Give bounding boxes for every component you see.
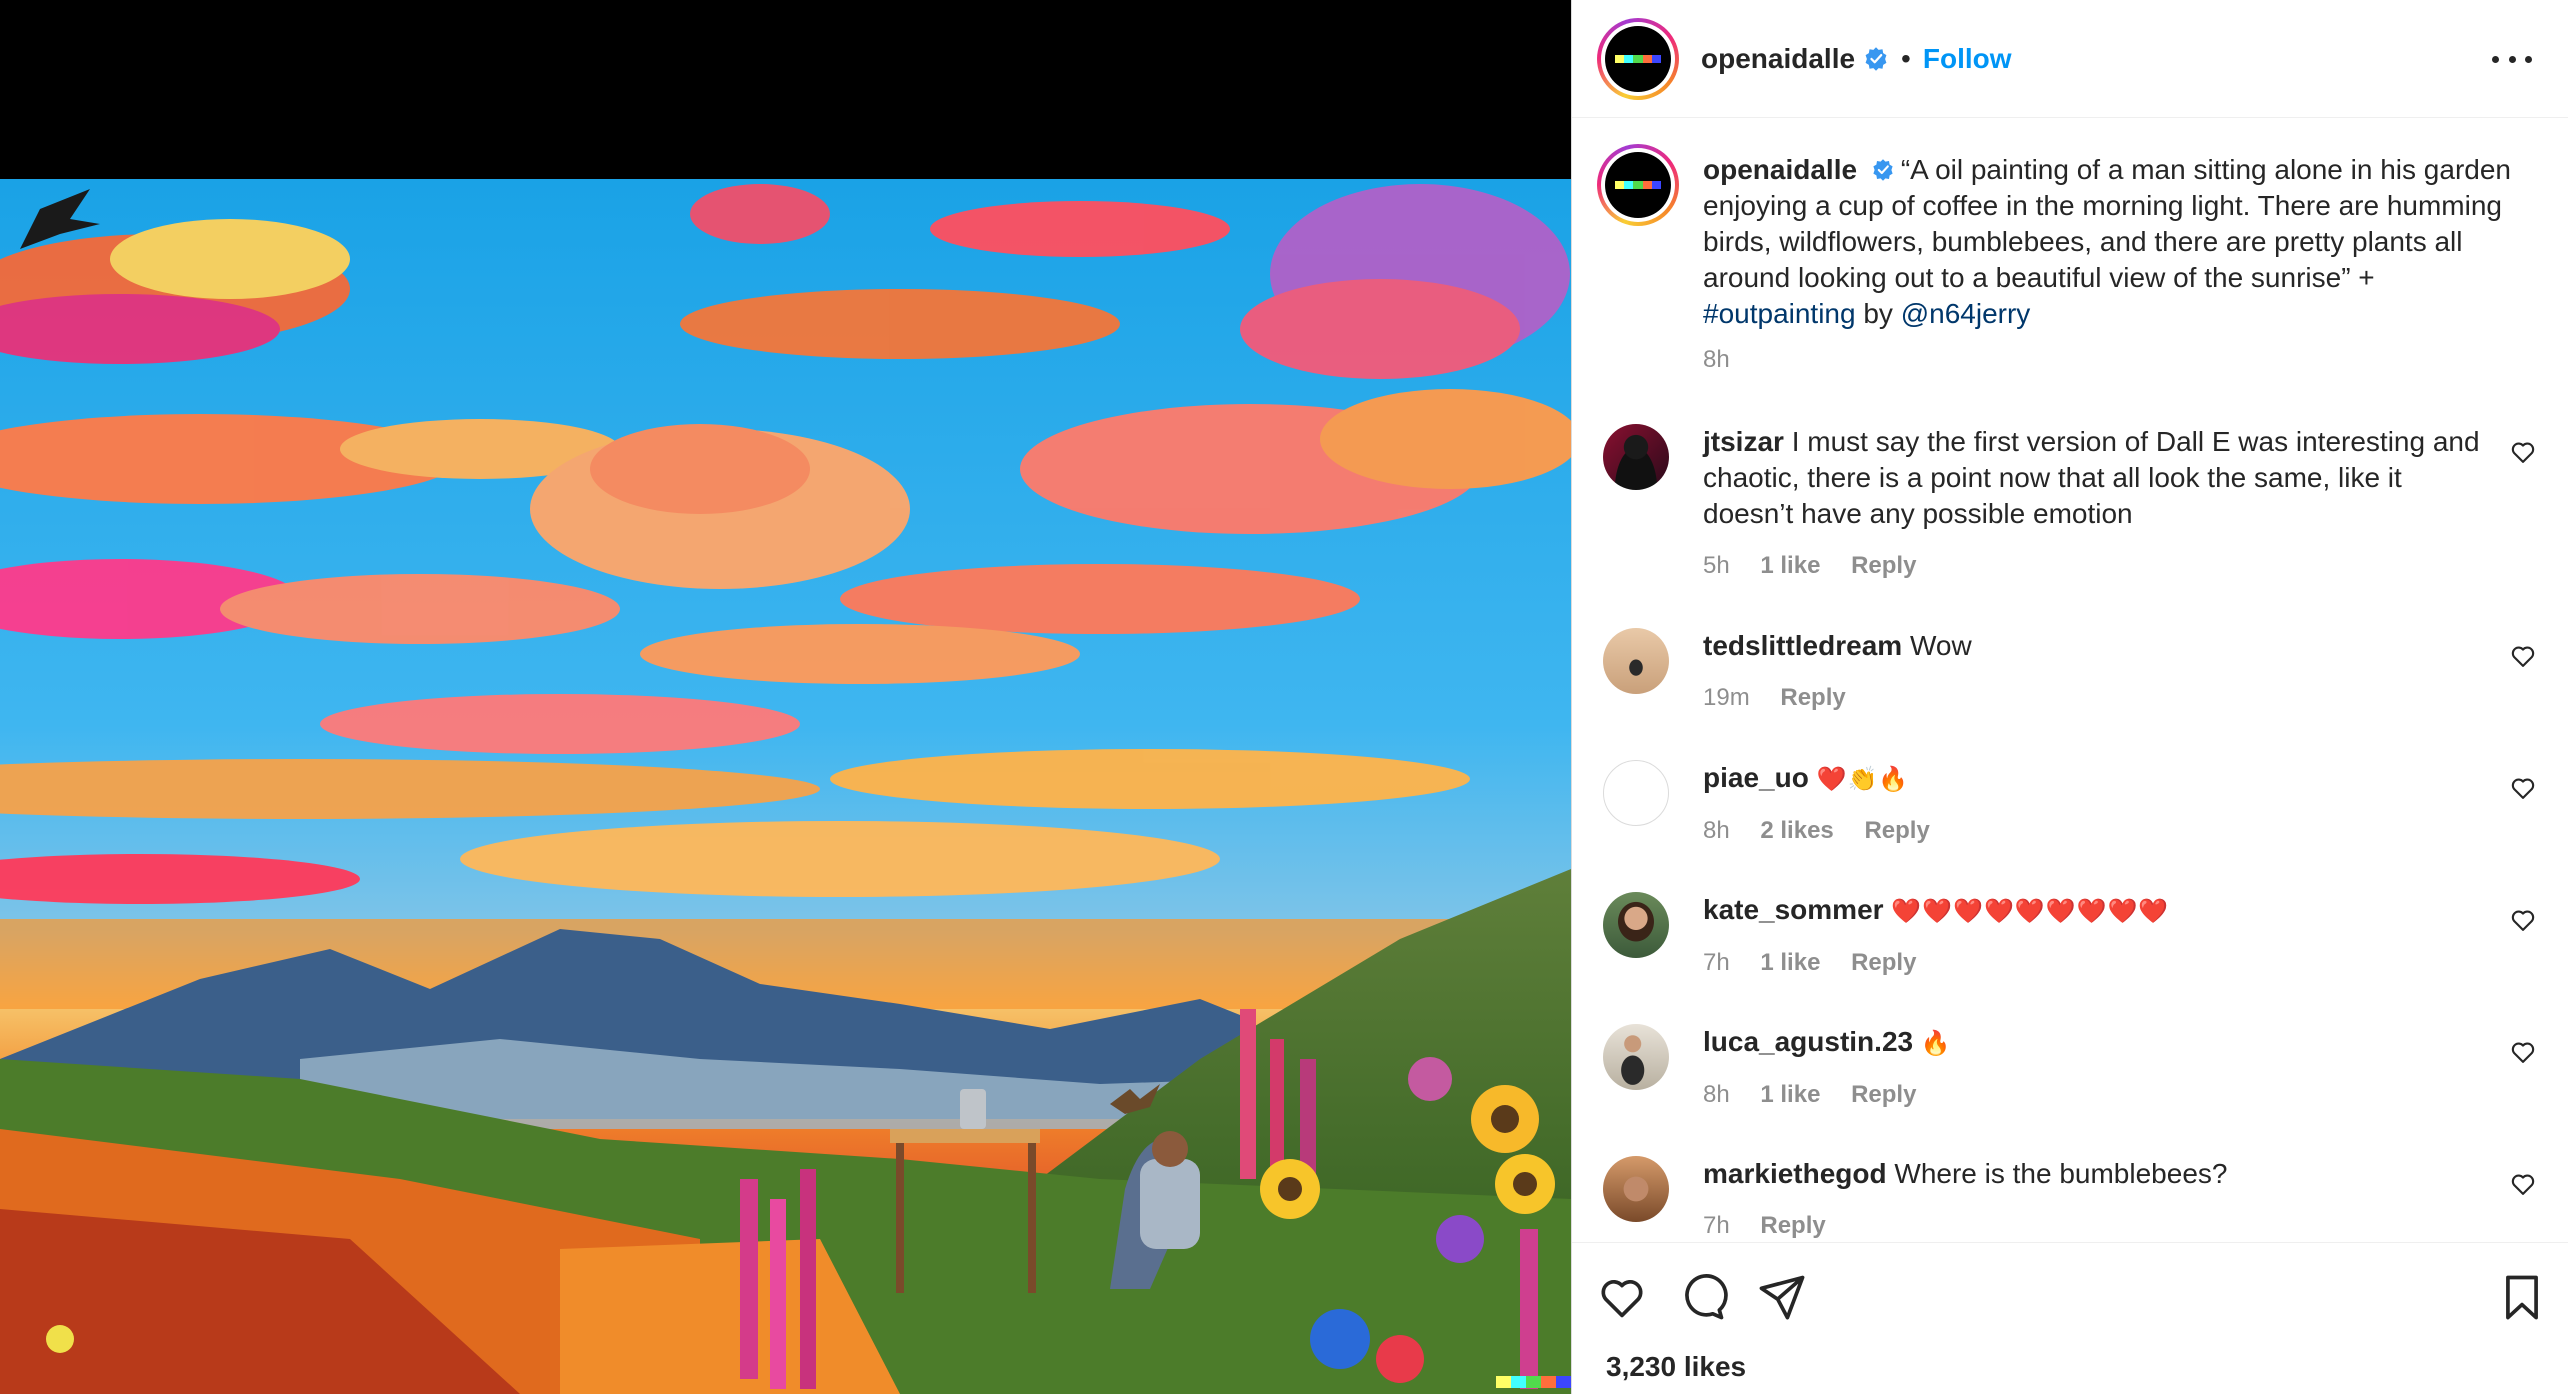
heart-icon[interactable]: [2509, 1038, 2537, 1066]
commenter-avatar[interactable]: [1603, 1156, 1669, 1222]
verified-badge-icon: [1865, 46, 1887, 71]
more-options-icon[interactable]: [2492, 42, 2532, 76]
commenter-username[interactable]: tedslittledream: [1703, 630, 1902, 661]
post-image[interactable]: [0, 179, 1571, 1394]
commenter-username[interactable]: markiethegod: [1703, 1158, 1887, 1189]
heart-icon[interactable]: [2509, 1170, 2537, 1198]
heart-icon[interactable]: [2509, 438, 2537, 466]
comment-likes[interactable]: 1 like: [1760, 1081, 1820, 1108]
comment-item: luca_agustin.23 🔥 8h 1 like Reply: [1597, 1024, 2537, 1113]
reply-button[interactable]: Reply: [1780, 684, 1845, 711]
commenter-avatar[interactable]: [1603, 892, 1669, 958]
comment-item: jtsizar I must say the first version of …: [1597, 424, 2537, 584]
bookmark-icon[interactable]: [2496, 1271, 2548, 1323]
commenter-avatar[interactable]: [1603, 760, 1669, 826]
caption-author-avatar[interactable]: [1597, 144, 1679, 226]
caption-by-text: by: [1855, 298, 1901, 329]
comment-text: Where is the bumblebees?: [1894, 1158, 2228, 1189]
comment-likes[interactable]: 1 like: [1760, 552, 1820, 579]
reply-button[interactable]: Reply: [1851, 949, 1916, 976]
comment-text: ❤️👏🔥: [1816, 765, 1910, 793]
comment-icon[interactable]: [1676, 1271, 1728, 1323]
comment-text: Wow: [1909, 630, 1972, 661]
heart-icon[interactable]: [1596, 1271, 1648, 1323]
comment-timestamp[interactable]: 7h: [1703, 949, 1730, 976]
dalle-signature-mark: [1496, 1376, 1571, 1388]
comment-likes[interactable]: 2 likes: [1760, 817, 1833, 844]
reply-button[interactable]: Reply: [1851, 552, 1916, 579]
commenter-username[interactable]: piae_uo: [1703, 762, 1809, 793]
author-username[interactable]: openaidalle: [1701, 43, 1855, 75]
commenter-username[interactable]: kate_sommer: [1703, 894, 1884, 925]
commenter-username[interactable]: luca_agustin.23: [1703, 1026, 1913, 1057]
post-header: openaidalle • Follow: [1572, 0, 2568, 118]
commenter-username[interactable]: jtsizar: [1703, 426, 1784, 457]
heart-icon[interactable]: [2509, 906, 2537, 934]
author-avatar[interactable]: [1597, 17, 1679, 100]
post-media[interactable]: [0, 0, 1571, 1394]
comment-item: markiethegod Where is the bumblebees? 7h…: [1597, 1156, 2537, 1242]
comment-item: piae_uo ❤️👏🔥 8h 2 likes Reply: [1597, 760, 2537, 849]
caption-username[interactable]: openaidalle: [1703, 154, 1857, 185]
comment-timestamp[interactable]: 8h: [1703, 1081, 1730, 1108]
hashtag-link[interactable]: #outpainting: [1703, 298, 1856, 329]
verified-badge-icon: [1873, 158, 1893, 181]
comment-timestamp[interactable]: 19m: [1703, 684, 1750, 711]
comment-text: ❤️❤️❤️❤️❤️❤️❤️❤️❤️: [1891, 897, 2170, 925]
comment-item: tedslittledream Wow 19m Reply: [1597, 628, 2537, 716]
commenter-avatar[interactable]: [1603, 424, 1669, 490]
post-side-panel: openaidalle • Follow openaidalle “A oil …: [1571, 0, 2568, 1394]
comment-item: kate_sommer ❤️❤️❤️❤️❤️❤️❤️❤️❤️ 7h 1 like…: [1597, 892, 2537, 981]
header-separator: •: [1901, 42, 1911, 74]
reply-button[interactable]: Reply: [1760, 1212, 1825, 1239]
comment-text: 🔥: [1920, 1029, 1952, 1057]
commenter-avatar[interactable]: [1603, 628, 1669, 694]
heart-icon[interactable]: [2509, 774, 2537, 802]
heart-icon[interactable]: [2509, 642, 2537, 670]
reply-button[interactable]: Reply: [1851, 1081, 1916, 1108]
share-icon[interactable]: [1756, 1271, 1808, 1323]
comment-timestamp[interactable]: 5h: [1703, 552, 1730, 579]
caption-timestamp[interactable]: 8h: [1703, 346, 1730, 373]
commenter-avatar[interactable]: [1603, 1024, 1669, 1090]
reply-button[interactable]: Reply: [1864, 817, 1929, 844]
mention-link[interactable]: @n64jerry: [1901, 298, 2031, 329]
post-caption: openaidalle “A oil painting of a man sit…: [1597, 144, 2527, 378]
post-action-bar: 3,230 likes: [1572, 1242, 2568, 1394]
comment-timestamp[interactable]: 8h: [1703, 817, 1730, 844]
follow-button[interactable]: Follow: [1923, 43, 2012, 75]
comment-text: I must say the first version of Dall E w…: [1703, 426, 2480, 529]
comments-section[interactable]: openaidalle “A oil painting of a man sit…: [1572, 118, 2568, 1242]
comment-likes[interactable]: 1 like: [1760, 949, 1820, 976]
likes-count[interactable]: 3,230 likes: [1606, 1351, 1746, 1383]
comment-timestamp[interactable]: 7h: [1703, 1212, 1730, 1239]
